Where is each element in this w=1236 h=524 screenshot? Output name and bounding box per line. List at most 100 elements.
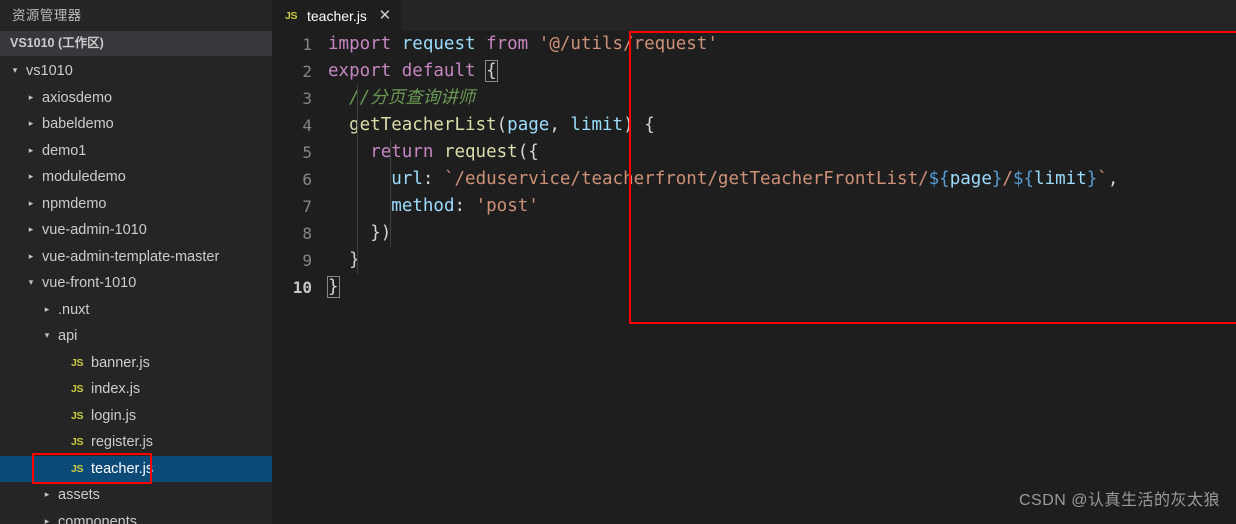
code-line[interactable]: 5 return request({	[272, 139, 1236, 166]
tree-item-banner-js[interactable]: JS banner.js	[0, 350, 272, 377]
tree-item-vue-admin-template-master[interactable]: vue-admin-template-master	[0, 244, 272, 271]
tree-item-label: demo1	[42, 142, 87, 159]
tree-item-label: vs1010	[26, 63, 73, 79]
indent-guide	[357, 139, 358, 166]
tree-item-label: vue-admin-1010	[42, 222, 147, 238]
chevron-right-icon[interactable]	[24, 163, 38, 190]
tree-item-vue-admin-1010[interactable]: vue-admin-1010	[0, 217, 272, 244]
chevron-right-icon[interactable]	[40, 296, 54, 323]
code-line[interactable]: 10}	[272, 274, 1236, 301]
js-file-icon: JS	[71, 383, 84, 395]
code-editor[interactable]: 1 import request from '@/utils/request' 2 e…	[272, 31, 1236, 524]
line-number: 6	[302, 170, 312, 189]
tree-item-label: axiosdemo	[42, 89, 113, 106]
tree-item-label: vue-admin-template-master	[42, 248, 220, 265]
code-line[interactable]: 1 import request from '@/utils/request'	[272, 31, 1236, 58]
code-line-text: })	[370, 223, 392, 243]
indent-guide	[390, 220, 391, 247]
tree-item-label: babeldemo	[42, 116, 114, 132]
js-file-icon: JS	[285, 9, 298, 22]
close-icon[interactable]: ✕	[377, 8, 393, 23]
line-number: 2	[302, 62, 312, 81]
tab-bar: JS teacher.js ✕	[272, 0, 1236, 31]
tree-item-api[interactable]: api	[0, 323, 272, 350]
chevron-right-icon[interactable]	[24, 243, 38, 270]
indent-guide	[357, 166, 358, 193]
indent-guide	[357, 220, 358, 247]
code-line[interactable]: 9 }	[272, 247, 1236, 274]
explorer-title: 资源管理器	[0, 0, 272, 31]
js-file-icon: JS	[71, 436, 84, 448]
tree-item-label: moduledemo	[42, 169, 126, 185]
code-line-text: }	[349, 250, 360, 270]
tree-item-teacher-js[interactable]: JS teacher.js	[0, 455, 272, 482]
code-line-text: }	[327, 276, 340, 298]
tree-item-components[interactable]: components	[0, 509, 272, 524]
code-line-text: //分页查询讲师	[349, 88, 476, 108]
chevron-down-icon[interactable]	[40, 322, 54, 349]
tab-bar-empty-space	[401, 0, 1236, 31]
line-number: 3	[302, 89, 312, 108]
tree-item-label: register.js	[91, 434, 154, 450]
explorer-sidebar: 资源管理器 VS1010 (工作区) vs1010 axiosdemo babeld…	[0, 0, 272, 524]
line-number: 9	[302, 251, 312, 270]
tree-item-label: npmdemo	[42, 195, 107, 212]
indent-guide	[357, 193, 358, 220]
chevron-right-icon[interactable]	[24, 137, 38, 164]
tree-item-label: vue-front-1010	[42, 275, 137, 291]
tree-item-label: api	[58, 328, 78, 344]
workspace-root-row[interactable]: VS1010 (工作区)	[0, 31, 272, 56]
indent-guide	[357, 247, 358, 274]
indent-guide	[390, 139, 391, 166]
vscode-window: 资源管理器 VS1010 (工作区) vs1010 axiosdemo babeld…	[0, 0, 1236, 524]
tree-item-vs1010[interactable]: vs1010	[0, 58, 272, 85]
chevron-right-icon[interactable]	[24, 190, 38, 217]
tree-item-vue-front-1010[interactable]: vue-front-1010	[0, 270, 272, 297]
chevron-right-icon[interactable]	[40, 481, 54, 508]
tree-item-babeldemo[interactable]: babeldemo	[0, 111, 272, 138]
indent-guide	[390, 166, 391, 193]
line-number: 8	[302, 224, 312, 243]
watermark-text: CSDN @认真生活的灰太狼	[1018, 492, 1220, 509]
code-line[interactable]: 2 export default {	[272, 58, 1236, 85]
tree-item-label: index.js	[91, 381, 141, 397]
tab-label: teacher.js	[307, 7, 367, 24]
line-number: 10	[292, 278, 312, 297]
tree-item-demo1[interactable]: demo1	[0, 138, 272, 165]
tree-item-label: assets	[58, 487, 100, 503]
code-line[interactable]: 8 })	[272, 220, 1236, 247]
code-line[interactable]: 7 method: 'post'	[272, 193, 1236, 220]
tree-item-index-js[interactable]: JS index.js	[0, 376, 272, 403]
js-file-icon: JS	[71, 409, 84, 422]
file-tree: vs1010 axiosdemo babeldemo demo1 moduledemo n…	[0, 56, 272, 524]
tree-item--nuxt[interactable]: .nuxt	[0, 297, 272, 324]
tree-item-npmdemo[interactable]: npmdemo	[0, 191, 272, 218]
tree-item-label: login.js	[91, 407, 137, 424]
line-number: 4	[302, 116, 312, 135]
tree-item-label: .nuxt	[58, 301, 90, 318]
js-file-icon: JS	[71, 462, 84, 475]
chevron-right-icon[interactable]	[24, 216, 38, 243]
tree-item-moduledemo[interactable]: moduledemo	[0, 164, 272, 191]
tree-item-label: banner.js	[91, 354, 150, 371]
line-number: 7	[302, 197, 312, 216]
line-number: 1	[302, 35, 312, 54]
code-line-text: import request from '@/utils/request'	[328, 34, 718, 54]
code-line[interactable]: 4 getTeacherList(page, limit) {	[272, 112, 1236, 139]
chevron-down-icon[interactable]	[24, 269, 38, 296]
tree-item-label: teacher.js	[91, 460, 154, 477]
tree-item-login-js[interactable]: JS login.js	[0, 403, 272, 430]
tree-item-assets[interactable]: assets	[0, 482, 272, 509]
chevron-right-icon[interactable]	[40, 508, 54, 524]
code-line[interactable]: 6 url: `/eduservice/teacherfront/getTeac…	[272, 166, 1236, 193]
code-line[interactable]: 3 //分页查询讲师	[272, 85, 1236, 112]
tree-item-register-js[interactable]: JS register.js	[0, 429, 272, 456]
chevron-right-icon[interactable]	[24, 84, 38, 111]
chevron-down-icon[interactable]	[8, 57, 22, 84]
tab-teacher-js[interactable]: JS teacher.js ✕	[272, 0, 402, 31]
chevron-right-icon[interactable]	[24, 110, 38, 137]
tree-item-label: components	[58, 513, 137, 524]
tree-item-axiosdemo[interactable]: axiosdemo	[0, 85, 272, 112]
editor-area: JS teacher.js ✕ 1 import request from '@/…	[272, 0, 1236, 524]
code-line-text: getTeacherList(page, limit) {	[349, 115, 655, 135]
